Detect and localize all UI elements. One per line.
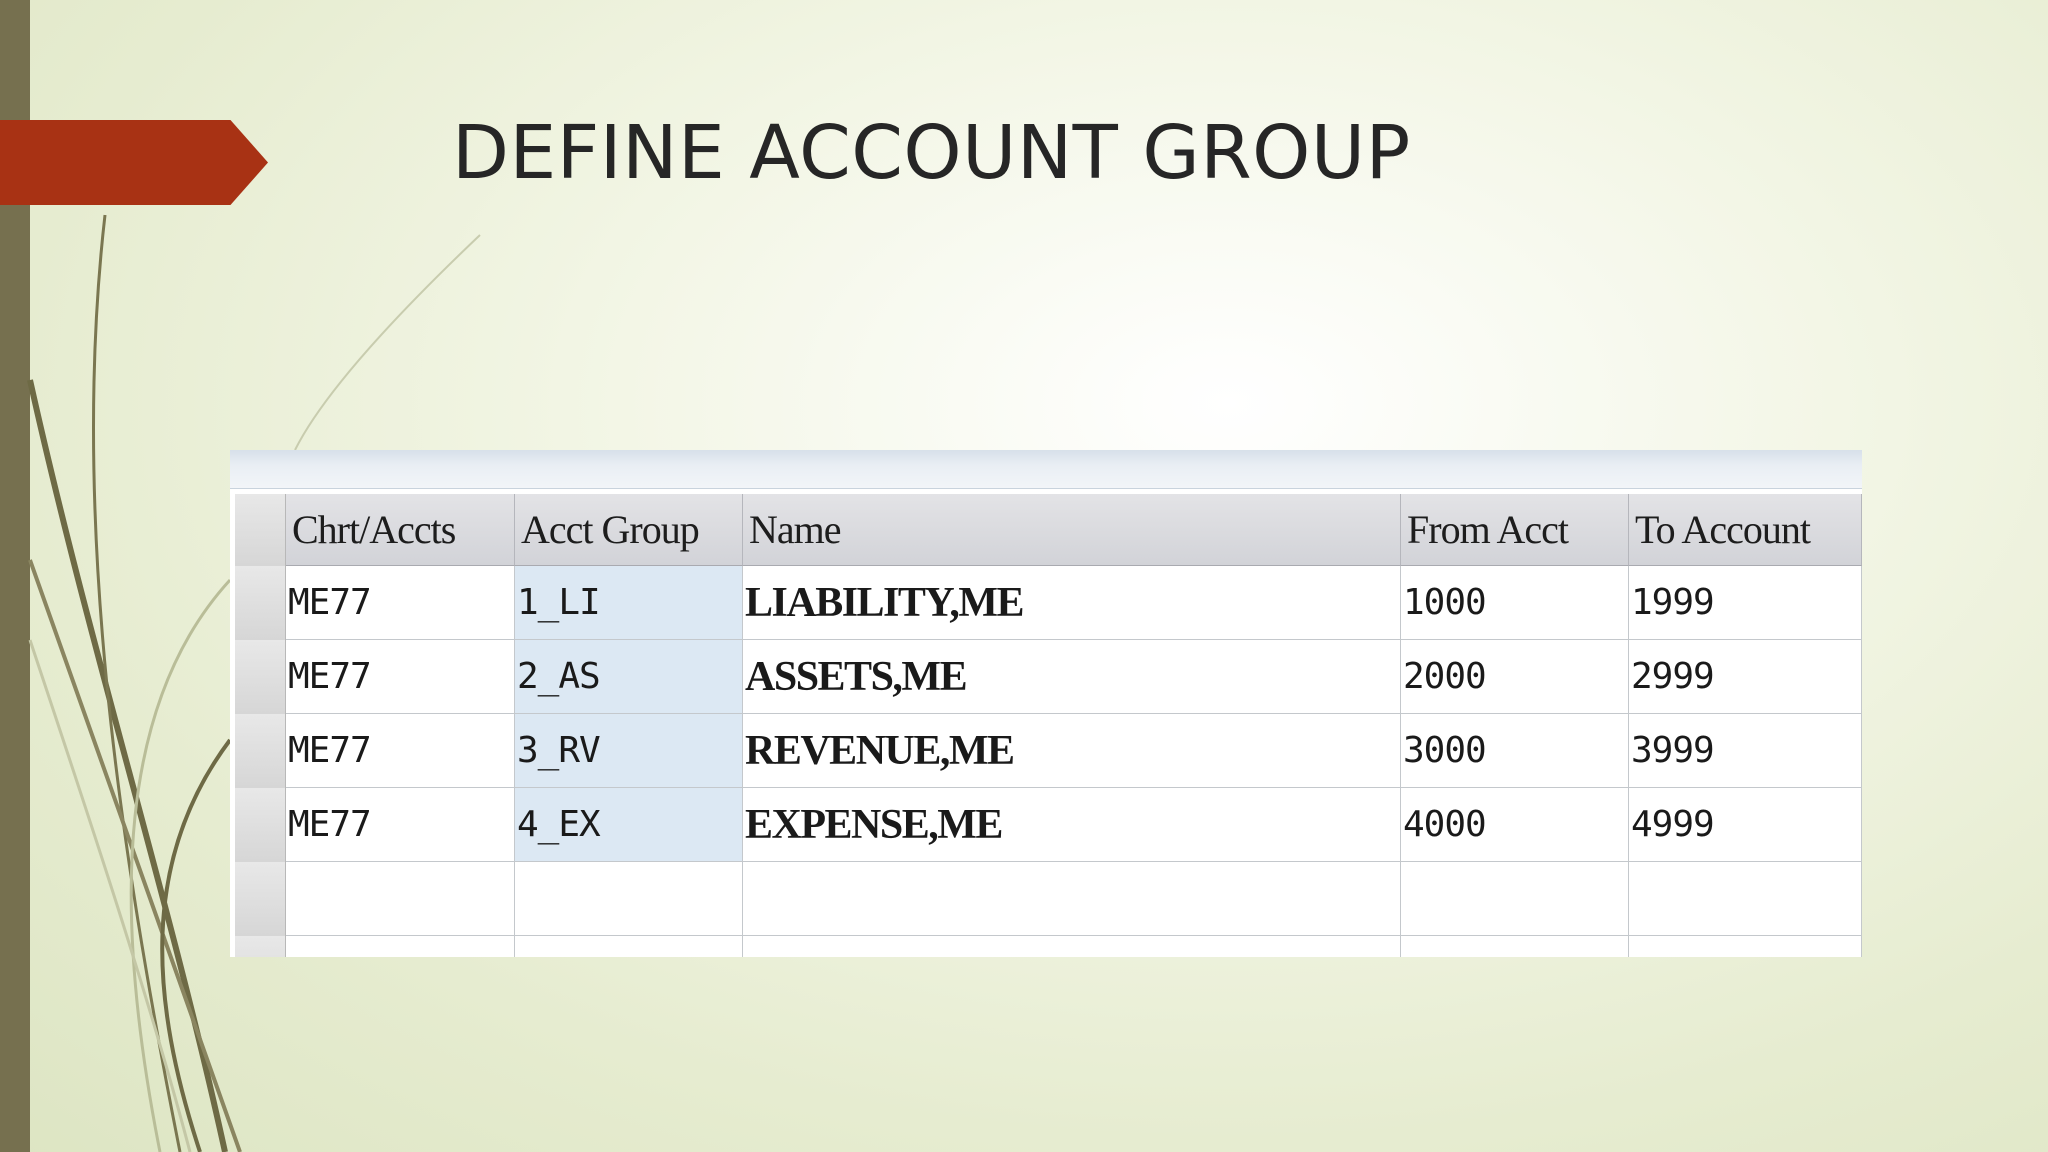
column-header-to-account[interactable]: To Account xyxy=(1629,494,1862,566)
cell-acct-group[interactable]: 1_LI xyxy=(515,566,743,640)
empty-cell[interactable] xyxy=(743,936,1401,957)
empty-cell[interactable] xyxy=(286,862,515,936)
cell-chrt-accts[interactable]: ME77 xyxy=(286,640,515,714)
account-group-table: Chrt/Accts Acct Group Name From Acct To … xyxy=(230,450,1862,957)
cell-acct-group[interactable]: 4_EX xyxy=(515,788,743,862)
row-selector[interactable] xyxy=(235,714,286,789)
cell-from-acct[interactable]: 1000 xyxy=(1401,566,1629,640)
cell-to-account[interactable]: 2999 xyxy=(1629,640,1862,714)
cell-acct-group[interactable]: 3_RV xyxy=(515,714,743,788)
cell-to-account[interactable]: 4999 xyxy=(1629,788,1862,862)
cell-name[interactable]: REVENUE,ME xyxy=(743,714,1401,788)
cell-chrt-accts[interactable]: ME77 xyxy=(286,714,515,788)
row-selector[interactable] xyxy=(235,862,286,937)
cell-name[interactable]: LIABILITY,ME xyxy=(743,566,1401,640)
empty-cell[interactable] xyxy=(1629,862,1862,936)
cell-name[interactable]: EXPENSE,ME xyxy=(743,788,1401,862)
row-selector[interactable] xyxy=(235,936,286,957)
empty-cell[interactable] xyxy=(1401,936,1629,957)
empty-cell[interactable] xyxy=(515,936,743,957)
title-arrow-marker xyxy=(0,120,268,205)
select-all-corner[interactable] xyxy=(235,494,286,567)
row-selector[interactable] xyxy=(235,640,286,715)
cell-from-acct[interactable]: 2000 xyxy=(1401,640,1629,714)
column-header-name[interactable]: Name xyxy=(743,494,1401,566)
cell-chrt-accts[interactable]: ME77 xyxy=(286,788,515,862)
cell-from-acct[interactable]: 4000 xyxy=(1401,788,1629,862)
cell-to-account[interactable]: 3999 xyxy=(1629,714,1862,788)
table-toolbar-strip xyxy=(230,450,1862,489)
cell-to-account[interactable]: 1999 xyxy=(1629,566,1862,640)
cell-acct-group[interactable]: 2_AS xyxy=(515,640,743,714)
empty-cell[interactable] xyxy=(515,862,743,936)
empty-cell[interactable] xyxy=(743,862,1401,936)
column-header-chrt-accts[interactable]: Chrt/Accts xyxy=(286,494,515,566)
row-selector[interactable] xyxy=(235,788,286,863)
empty-cell[interactable] xyxy=(1629,936,1862,957)
page-title: DEFINE ACCOUNT GROUP xyxy=(452,110,1411,196)
column-header-from-acct[interactable]: From Acct xyxy=(1401,494,1629,566)
cell-from-acct[interactable]: 3000 xyxy=(1401,714,1629,788)
row-selector[interactable] xyxy=(235,566,286,641)
column-header-acct-group[interactable]: Acct Group xyxy=(515,494,743,566)
empty-cell[interactable] xyxy=(286,936,515,957)
cell-name[interactable]: ASSETS,ME xyxy=(743,640,1401,714)
empty-cell[interactable] xyxy=(1401,862,1629,936)
cell-chrt-accts[interactable]: ME77 xyxy=(286,566,515,640)
